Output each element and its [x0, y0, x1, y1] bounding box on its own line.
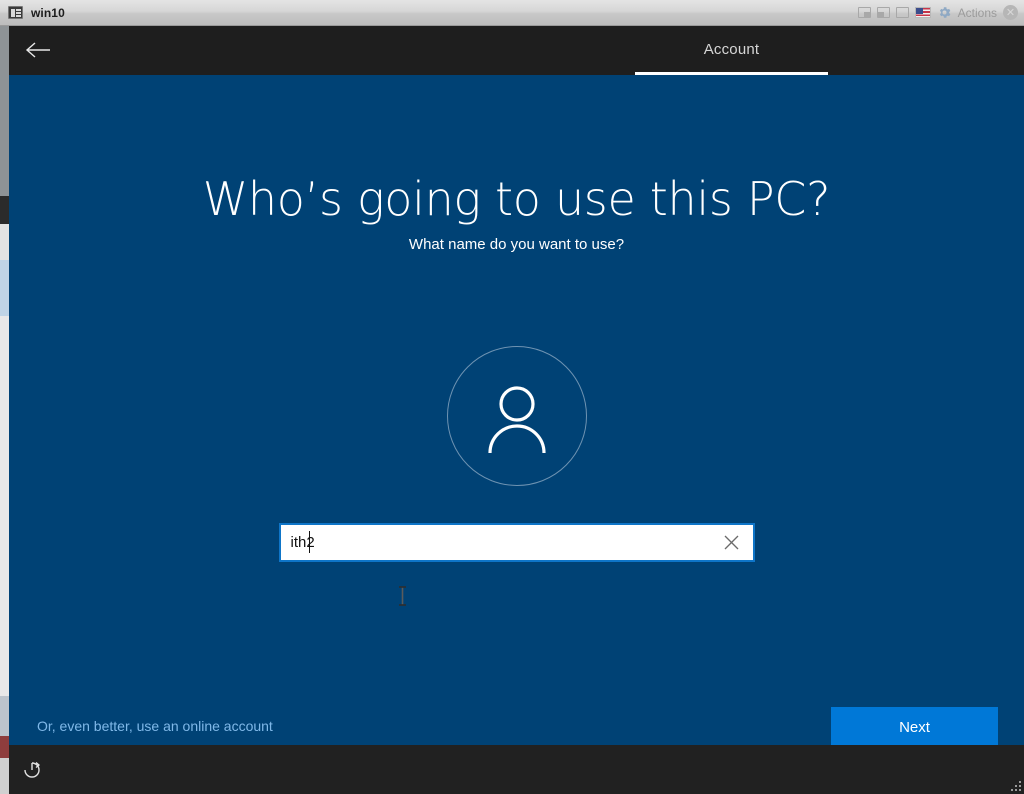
monitor-icon — [8, 6, 23, 19]
tab-account-label: Account — [703, 40, 760, 58]
guest-screen: Account Who’s going to use this PC? What… — [9, 26, 1024, 794]
name-field[interactable] — [278, 523, 755, 562]
titlebar-left-group: win10 — [0, 6, 65, 20]
vm-window-titlebar[interactable]: win10 Actions ✕ — [0, 0, 1024, 26]
i-beam-cursor — [397, 585, 408, 607]
vm-window-title: win10 — [31, 5, 65, 20]
page-subtitle: What name do you want to use? — [408, 236, 625, 253]
oobe-taskbar — [9, 745, 1024, 794]
oobe-header: Account — [9, 26, 1024, 75]
online-account-link[interactable]: Or, even better, use an online account — [37, 718, 273, 734]
oobe-body: Who’s going to use this PC? What name do… — [9, 75, 1024, 747]
name-input[interactable] — [280, 525, 711, 560]
text-caret — [308, 531, 310, 553]
resize-grip-icon[interactable] — [1007, 777, 1021, 791]
next-button[interactable]: Next — [831, 707, 998, 747]
back-arrow-icon[interactable] — [15, 33, 61, 67]
page-title: Who’s going to use this PC? — [202, 172, 831, 226]
us-flag-icon[interactable] — [914, 7, 931, 18]
window-scale-icon[interactable] — [857, 7, 871, 18]
actions-menu-label[interactable]: Actions — [958, 6, 997, 20]
user-avatar-icon — [446, 346, 587, 486]
gear-icon[interactable] — [937, 5, 952, 20]
close-icon[interactable] — [711, 525, 753, 560]
titlebar-right-group: Actions ✕ — [857, 5, 1018, 20]
close-icon[interactable]: ✕ — [1003, 5, 1018, 20]
tab-account[interactable]: Account — [635, 26, 828, 75]
virtual-machine-window: win10 Actions ✕ Account Who’s going to u… — [0, 0, 1024, 794]
power-ease-of-access-icon[interactable] — [19, 757, 45, 783]
window-fullscreen-icon[interactable] — [876, 7, 890, 18]
window-seamless-icon[interactable] — [895, 7, 909, 18]
